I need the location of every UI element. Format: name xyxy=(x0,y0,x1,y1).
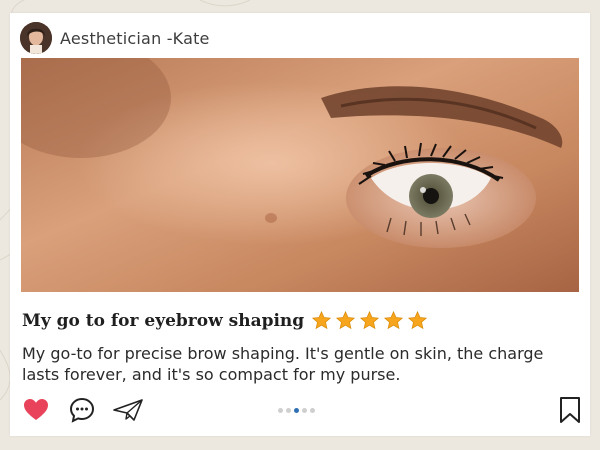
carousel-indicator[interactable] xyxy=(278,408,318,413)
star-rating xyxy=(311,310,431,331)
star-icon xyxy=(312,310,332,330)
carousel-dot[interactable] xyxy=(278,408,283,413)
post-actions-bar xyxy=(10,396,590,426)
review-title: My go to for eyebrow shaping xyxy=(22,310,305,331)
author-avatar[interactable] xyxy=(20,22,52,54)
review-body: My go-to for precise brow shaping. It's … xyxy=(22,344,544,384)
review-title-row: My go to for eyebrow shaping xyxy=(22,310,431,331)
heart-icon[interactable] xyxy=(22,396,50,424)
post-header: Aesthetician -Kate xyxy=(20,21,210,55)
star-icon xyxy=(360,310,380,330)
avatar-portrait-image xyxy=(20,22,52,54)
comment-icon[interactable] xyxy=(68,396,96,424)
bookmark-icon[interactable] xyxy=(556,396,584,424)
carousel-dot[interactable] xyxy=(310,408,315,413)
star-icon xyxy=(408,310,428,330)
star-icon xyxy=(384,310,404,330)
star-icon xyxy=(336,310,356,330)
author-name[interactable]: Aesthetician -Kate xyxy=(60,29,210,48)
carousel-dot[interactable] xyxy=(286,408,291,413)
carousel-dot-active[interactable] xyxy=(294,408,299,413)
post-photo-eyebrow-closeup xyxy=(21,58,579,292)
carousel-dot[interactable] xyxy=(302,408,307,413)
review-post-card: Aesthetician -Kate My go to for eyebrow … xyxy=(10,13,590,436)
paper-plane-icon[interactable] xyxy=(112,396,144,424)
